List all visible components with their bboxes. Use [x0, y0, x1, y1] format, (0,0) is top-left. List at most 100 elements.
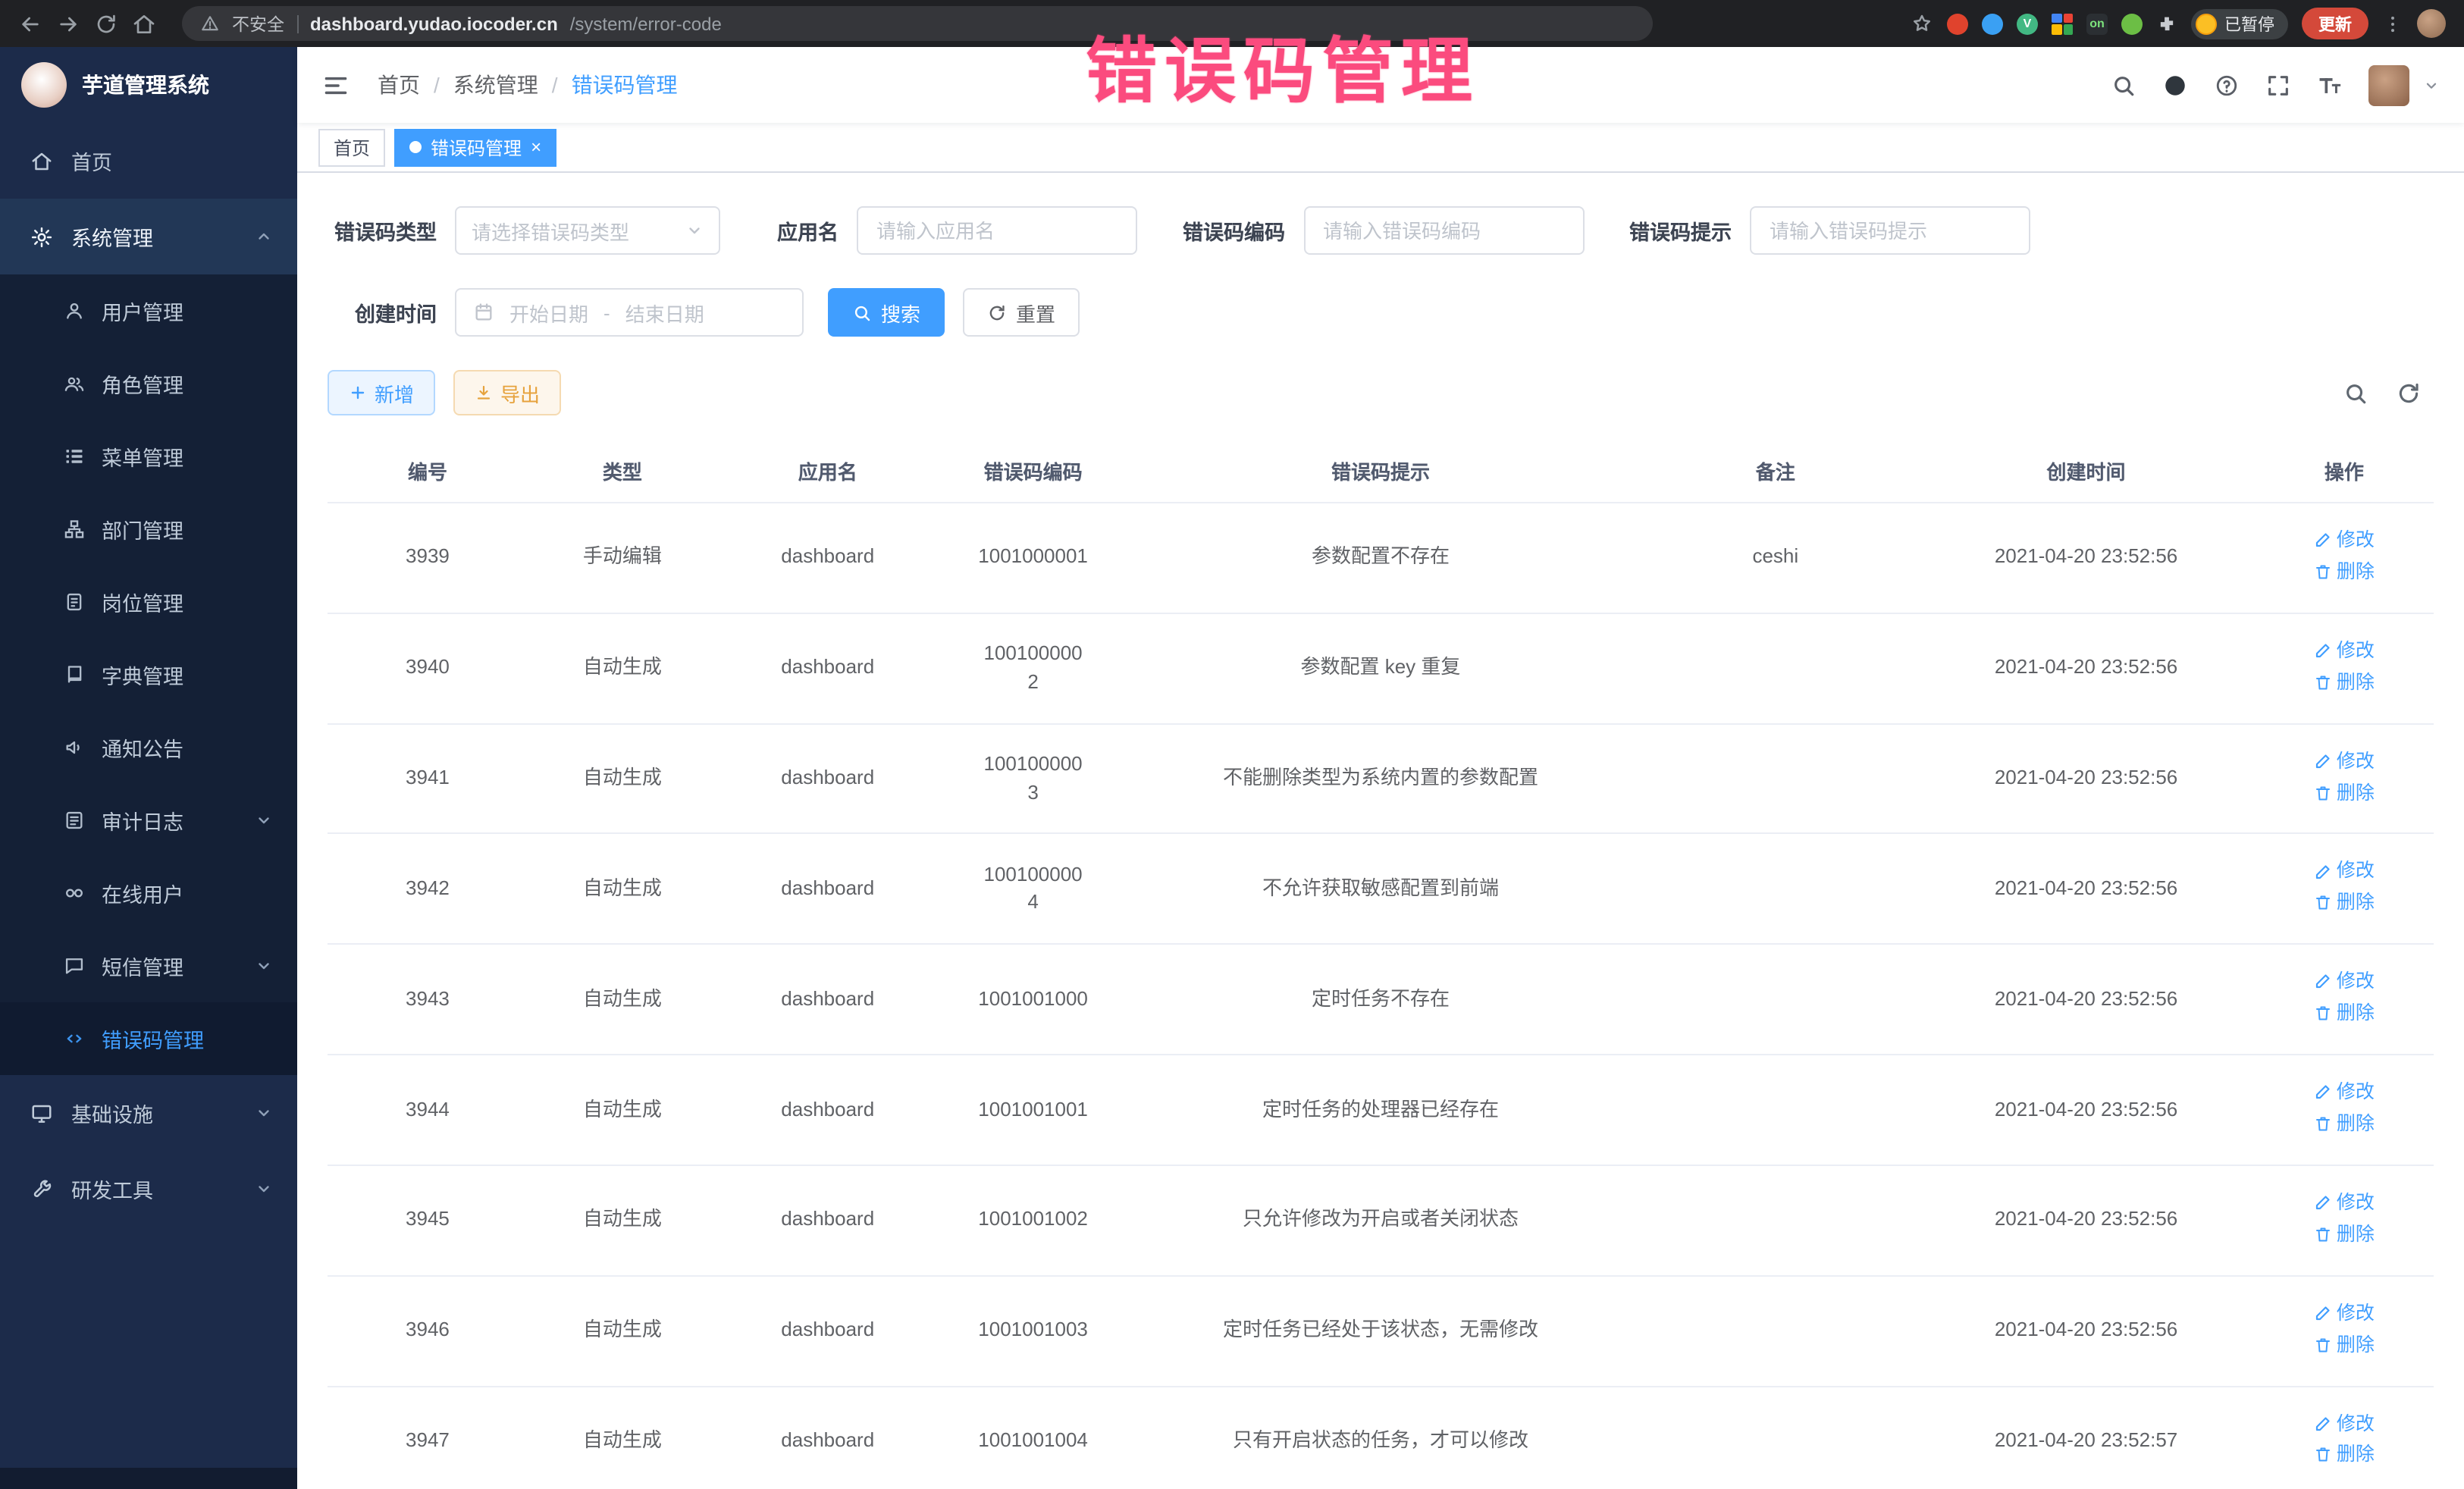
- not-secure-icon: [200, 14, 220, 33]
- security-label[interactable]: 不安全: [232, 11, 284, 36]
- search-icon[interactable]: [2111, 72, 2136, 98]
- delete-link[interactable]: 删除: [2314, 668, 2375, 695]
- github-icon[interactable]: [2162, 72, 2188, 98]
- add-button[interactable]: 新增: [328, 370, 435, 415]
- error-hint-input[interactable]: [1750, 206, 2030, 255]
- extension-icon-grid[interactable]: [2052, 13, 2073, 34]
- book-icon: [64, 664, 85, 685]
- breadcrumb-system[interactable]: 系统管理: [453, 70, 538, 100]
- sidebar-item-sms-mgmt[interactable]: 短信管理: [0, 929, 297, 1002]
- edit-link[interactable]: 修改: [2314, 857, 2375, 885]
- url-domain[interactable]: dashboard.yudao.iocoder.cn: [310, 13, 558, 34]
- sidebar-item-system-mgmt[interactable]: 系统管理: [0, 199, 297, 274]
- audit-doc-icon: [64, 810, 85, 831]
- sidebar-item-user-mgmt[interactable]: 用户管理: [0, 274, 297, 347]
- refresh-table-button[interactable]: [2396, 380, 2422, 406]
- browser-reload-icon[interactable]: [94, 11, 118, 36]
- browser-back-icon[interactable]: [18, 11, 42, 36]
- reset-button[interactable]: 重置: [963, 288, 1080, 337]
- sidebar-item-dict-mgmt[interactable]: 字典管理: [0, 638, 297, 711]
- address-bar[interactable]: 不安全 dashboard.yudao.iocoder.cn/system/er…: [182, 6, 1653, 41]
- close-icon[interactable]: ×: [531, 138, 541, 156]
- sidebar-item-error-code-mgmt[interactable]: 错误码管理: [0, 1002, 297, 1075]
- browser-profile-avatar[interactable]: [2417, 9, 2446, 38]
- extension-icon-blue-drop[interactable]: [1982, 13, 2003, 34]
- fullscreen-icon[interactable]: [2265, 72, 2291, 98]
- tag-error-code-mgmt[interactable]: 错误码管理 ×: [394, 128, 556, 166]
- edit-link[interactable]: 修改: [2314, 1078, 2375, 1105]
- sidebar-item-audit-log[interactable]: 审计日志: [0, 784, 297, 857]
- sidebar-item-dept-mgmt[interactable]: 部门管理: [0, 493, 297, 566]
- edit-link[interactable]: 修改: [2314, 526, 2375, 553]
- browser-forward-icon[interactable]: [56, 11, 80, 36]
- url-path[interactable]: /system/error-code: [570, 13, 722, 34]
- edit-link[interactable]: 修改: [2314, 1299, 2375, 1326]
- extension-icon-red[interactable]: [1947, 13, 1968, 34]
- cell-actions: 修改 删除: [2255, 613, 2434, 724]
- home-icon: [30, 149, 53, 172]
- delete-link[interactable]: 删除: [2314, 1441, 2375, 1469]
- filter-group-time: 创建时间 开始日期 - 结束日期: [328, 288, 804, 337]
- sidebar-item-notice[interactable]: 通知公告: [0, 711, 297, 784]
- user-avatar[interactable]: [2368, 64, 2409, 105]
- browser-menu-icon[interactable]: [2382, 13, 2403, 34]
- cell-hint: 定时任务的处理器已经存在: [1128, 1055, 1634, 1165]
- hamburger-icon[interactable]: [321, 71, 350, 99]
- cell-id: 3945: [328, 1165, 528, 1276]
- edit-link[interactable]: 修改: [2314, 747, 2375, 774]
- edit-link[interactable]: 修改: [2314, 1409, 2375, 1437]
- paused-badge[interactable]: 已暂停: [2191, 8, 2288, 39]
- search-button[interactable]: 搜索: [828, 288, 945, 337]
- edit-link[interactable]: 修改: [2314, 637, 2375, 664]
- sidebar-collapse-bar[interactable]: [0, 1468, 297, 1489]
- cell-remark: ceshi: [1633, 503, 1917, 613]
- edit-pen-icon: [2314, 641, 2332, 660]
- plus-icon: [349, 384, 367, 402]
- edit-link[interactable]: 修改: [2314, 968, 2375, 995]
- col-id: 编号: [328, 440, 528, 503]
- sidebar-item-home[interactable]: 首页: [0, 123, 297, 199]
- delete-link[interactable]: 删除: [2314, 1331, 2375, 1358]
- sidebar-item-role-mgmt[interactable]: 角色管理: [0, 347, 297, 420]
- trash-icon: [2314, 673, 2332, 691]
- delete-link[interactable]: 删除: [2314, 1110, 2375, 1137]
- sidebar-item-label: 基础设施: [71, 1098, 153, 1128]
- font-size-icon[interactable]: [2317, 72, 2343, 98]
- delete-link[interactable]: 删除: [2314, 558, 2375, 585]
- browser-update-button[interactable]: 更新: [2302, 8, 2368, 39]
- error-type-select[interactable]: 请选择错误码类型: [455, 206, 720, 255]
- delete-link[interactable]: 删除: [2314, 999, 2375, 1027]
- sidebar: 芋道管理系统 首页 系统管理 用户管理: [0, 47, 297, 1489]
- cell-actions: 修改 删除: [2255, 1386, 2434, 1489]
- bookmark-star-icon[interactable]: [1911, 12, 1933, 35]
- extension-icon-green[interactable]: [2121, 13, 2143, 34]
- cell-remark: [1633, 613, 1917, 724]
- delete-link[interactable]: 删除: [2314, 1221, 2375, 1248]
- app-logo[interactable]: 芋道管理系统: [0, 47, 297, 123]
- sidebar-item-post-mgmt[interactable]: 岗位管理: [0, 566, 297, 638]
- extension-icon-on[interactable]: on: [2086, 13, 2108, 34]
- help-icon[interactable]: [2214, 72, 2240, 98]
- sidebar-item-menu-mgmt[interactable]: 菜单管理: [0, 420, 297, 493]
- toggle-search-button[interactable]: [2343, 380, 2368, 406]
- vue-devtools-icon[interactable]: V: [2017, 13, 2038, 34]
- date-range-picker[interactable]: 开始日期 - 结束日期: [455, 288, 804, 337]
- sidebar-item-devtools[interactable]: 研发工具: [0, 1151, 297, 1227]
- table-row: 3942 自动生成 dashboard 100100000 4 不允许获取敏感配…: [328, 834, 2434, 945]
- delete-link[interactable]: 删除: [2314, 779, 2375, 806]
- browser-home-icon[interactable]: [132, 11, 156, 36]
- paused-label: 已暂停: [2224, 11, 2274, 36]
- error-code-input[interactable]: [1303, 206, 1584, 255]
- delete-link[interactable]: 删除: [2314, 889, 2375, 917]
- cell-remark: [1633, 1275, 1917, 1386]
- chevron-down-icon[interactable]: [2423, 77, 2440, 93]
- sidebar-item-online-users[interactable]: 在线用户: [0, 857, 297, 929]
- export-button[interactable]: 导出: [453, 370, 561, 415]
- breadcrumb-home[interactable]: 首页: [378, 70, 420, 100]
- tag-home[interactable]: 首页: [318, 128, 385, 166]
- app-name-input[interactable]: [857, 206, 1137, 255]
- refresh-icon: [987, 303, 1007, 322]
- extensions-puzzle-icon[interactable]: [2156, 13, 2177, 34]
- sidebar-item-infrastructure[interactable]: 基础设施: [0, 1075, 297, 1151]
- edit-link[interactable]: 修改: [2314, 1189, 2375, 1216]
